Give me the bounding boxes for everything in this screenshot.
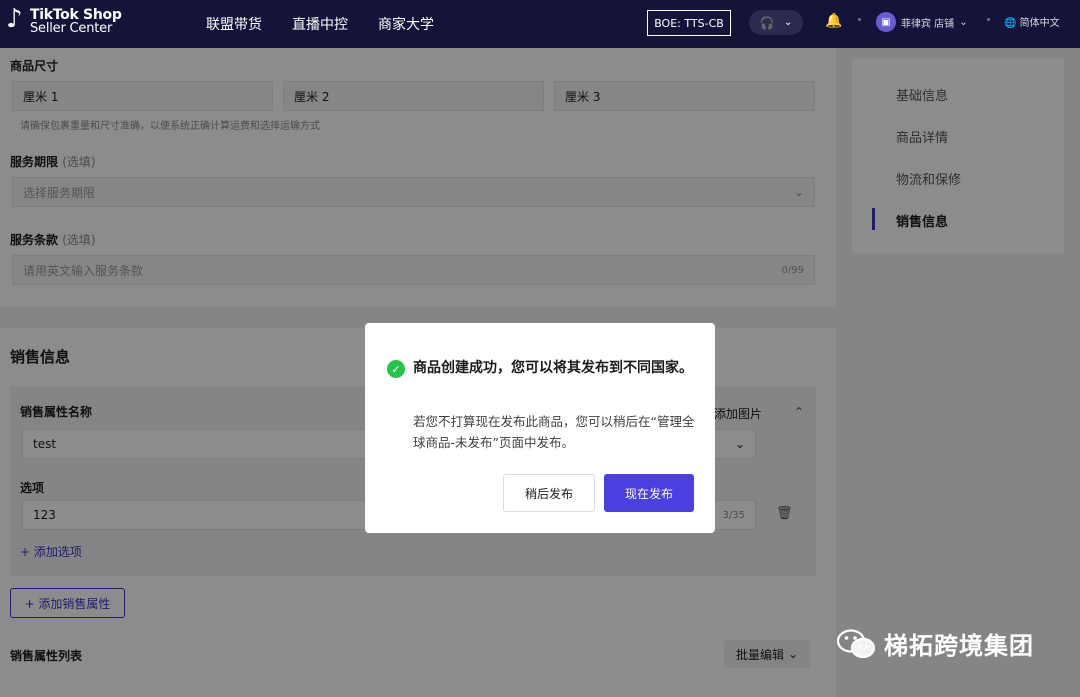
tiktok-note-icon: ♪ bbox=[6, 4, 23, 34]
language-label: 简体中文 bbox=[1019, 18, 1060, 29]
bell-icon[interactable]: 🔔 bbox=[825, 13, 842, 29]
logo-line1: TikTok Shop bbox=[30, 7, 122, 23]
tiktok-shop-logo[interactable]: ♪ TikTok Shop Seller Center bbox=[6, 4, 122, 36]
modal-body: 若您不打算现在发布此商品，您可以稍后在“管理全球商品-未发布”页面中发布。 bbox=[413, 414, 695, 450]
publish-later-button[interactable]: 稍后发布 bbox=[503, 474, 595, 512]
shop-avatar: ▣ bbox=[876, 12, 896, 32]
wechat-icon bbox=[836, 628, 876, 658]
nav-seller-university[interactable]: 商家大学 bbox=[378, 14, 434, 34]
logo-line2: Seller Center bbox=[30, 21, 113, 36]
language-switcher[interactable]: 🌐 简体中文 bbox=[1004, 14, 1060, 29]
separator-dot bbox=[858, 18, 861, 21]
shop-switcher[interactable]: ▣ 菲律宾 店铺 ⌄ bbox=[876, 12, 968, 32]
separator-dot bbox=[987, 18, 990, 21]
chevron-down-icon: ⌄ bbox=[959, 16, 968, 28]
shop-name: 菲律宾 店铺 bbox=[901, 18, 955, 30]
modal-title: 商品创建成功，您可以将其发布到不同国家。 bbox=[413, 360, 693, 376]
headset-icon: 🎧 bbox=[759, 15, 775, 30]
top-navbar: ♪ TikTok Shop Seller Center 联盟带货 直播中控 商家… bbox=[0, 0, 1080, 48]
nav-live-control[interactable]: 直播中控 bbox=[292, 14, 348, 34]
watermark: 梯拓跨境集团 bbox=[836, 626, 1034, 661]
success-check-icon: ✓ bbox=[387, 360, 405, 378]
publish-success-modal: ✓ 商品创建成功，您可以将其发布到不同国家。 若您不打算现在发布此商品，您可以稍… bbox=[365, 323, 715, 533]
support-dropdown[interactable]: 🎧 ⌄ bbox=[749, 10, 803, 35]
boe-badge: BOE: TTS-CB bbox=[647, 10, 731, 36]
nav-affiliate[interactable]: 联盟带货 bbox=[206, 14, 262, 34]
publish-now-button[interactable]: 现在发布 bbox=[604, 474, 694, 512]
watermark-text: 梯拓跨境集团 bbox=[884, 632, 1034, 660]
chevron-down-icon: ⌄ bbox=[783, 17, 793, 28]
